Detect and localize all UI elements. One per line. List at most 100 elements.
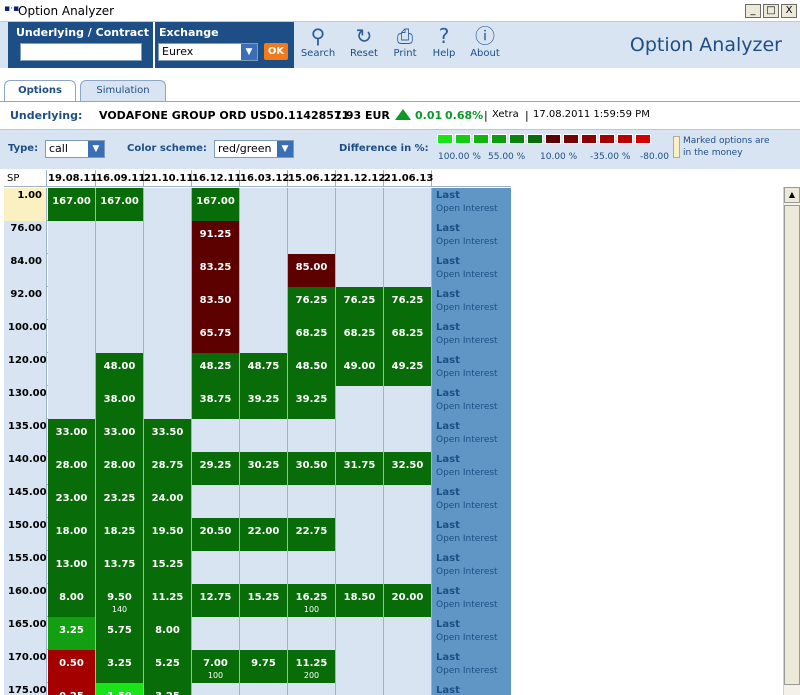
option-cell[interactable]: 13.75 <box>96 551 144 584</box>
option-cell[interactable]: 8.00 <box>48 584 96 617</box>
option-cell[interactable]: 0.50 <box>48 650 96 683</box>
option-cell[interactable]: 15.25 <box>240 584 288 617</box>
option-cell[interactable]: 3.25 <box>96 650 144 683</box>
scroll-up-icon[interactable]: ▲ <box>784 187 800 203</box>
option-cell[interactable]: 85.00 <box>288 254 336 287</box>
option-cell[interactable]: 48.25 <box>192 353 240 386</box>
close-button[interactable]: X <box>781 4 797 18</box>
option-cell[interactable]: 11.25 <box>144 584 192 617</box>
option-cell[interactable]: 68.25 <box>288 320 336 353</box>
option-cell[interactable]: 22.75 <box>288 518 336 551</box>
option-cell[interactable]: 38.00 <box>96 386 144 419</box>
option-cell[interactable]: 39.25 <box>240 386 288 419</box>
option-cell[interactable]: 20.00 <box>384 584 432 617</box>
option-cell[interactable]: 65.75 <box>192 320 240 353</box>
option-cell[interactable]: 48.00 <box>96 353 144 386</box>
option-cell[interactable]: 49.00 <box>336 353 384 386</box>
option-cell[interactable]: 49.25 <box>384 353 432 386</box>
expiry-header[interactable]: 21.10.11 <box>144 170 193 187</box>
search-button[interactable]: ⚲ Search <box>297 24 339 66</box>
tab-simulation[interactable]: Simulation <box>80 80 166 102</box>
option-cell[interactable]: 19.50 <box>144 518 192 551</box>
expiry-header[interactable]: 21.12.12 <box>336 170 385 187</box>
option-cell[interactable]: 167.00 <box>96 188 144 221</box>
option-cell[interactable]: 28.00 <box>96 452 144 485</box>
option-cell[interactable]: 23.00 <box>48 485 96 518</box>
tab-bar: Options Simulation <box>0 68 800 102</box>
tab-options[interactable]: Options <box>4 80 76 102</box>
option-cell[interactable]: 22.00 <box>240 518 288 551</box>
option-cell[interactable]: 8.00 <box>144 617 192 650</box>
option-cell[interactable]: 38.75 <box>192 386 240 419</box>
ok-button[interactable]: OK <box>264 43 288 60</box>
option-cell[interactable]: 9.50 140 <box>96 584 144 617</box>
option-cell[interactable]: 91.25 <box>192 221 240 254</box>
option-cell[interactable]: 48.75 <box>240 353 288 386</box>
option-cell[interactable]: 16.25 100 <box>288 584 336 617</box>
minimize-button[interactable]: _ <box>745 4 761 18</box>
option-cell[interactable]: 28.00 <box>48 452 96 485</box>
option-cell[interactable]: 167.00 <box>192 188 240 221</box>
expiry-header[interactable]: 16.03.12 <box>240 170 289 187</box>
reset-button[interactable]: ↻ Reset <box>343 24 385 66</box>
option-cell[interactable]: 12.75 <box>192 584 240 617</box>
option-cell[interactable]: 76.25 <box>288 287 336 320</box>
option-cell[interactable]: 18.00 <box>48 518 96 551</box>
option-cell[interactable]: 0.25 <box>48 683 96 695</box>
option-cell[interactable]: 33.00 <box>96 419 144 452</box>
option-cell[interactable]: 68.25 <box>336 320 384 353</box>
option-cell[interactable]: 5.75 <box>96 617 144 650</box>
option-cell[interactable]: 1.50 <box>96 683 144 695</box>
option-cell[interactable]: 18.50 <box>336 584 384 617</box>
option-cell[interactable]: 15.25 <box>144 551 192 584</box>
open-interest-label: Open Interest <box>436 270 498 280</box>
option-cell[interactable]: 39.25 <box>288 386 336 419</box>
option-cell[interactable]: 83.50 <box>192 287 240 320</box>
option-cell[interactable]: 29.25 <box>192 452 240 485</box>
vertical-scrollbar[interactable]: ▲ <box>783 187 800 695</box>
print-button[interactable]: ⎙ Print <box>384 24 426 66</box>
expiry-header[interactable]: 19.08.11 <box>48 170 97 187</box>
option-cell[interactable]: 3.25 <box>144 683 192 695</box>
expiry-header[interactable]: 16.09.11 <box>96 170 145 187</box>
option-cell[interactable]: 28.75 <box>144 452 192 485</box>
option-cell[interactable]: 3.25 <box>48 617 96 650</box>
filter-controls: Type: call ▼ Color scheme: red/green ▼ D… <box>0 129 800 169</box>
option-cell[interactable]: 18.25 <box>96 518 144 551</box>
option-cell[interactable]: 30.50 <box>288 452 336 485</box>
option-cell[interactable]: 11.25 200 <box>288 650 336 683</box>
option-cell[interactable]: 48.50 <box>288 353 336 386</box>
color-scheme-select[interactable]: red/green ▼ <box>214 140 294 158</box>
option-cell[interactable]: 24.00 <box>144 485 192 518</box>
last-label: Last <box>436 322 460 333</box>
scroll-thumb[interactable] <box>784 205 800 685</box>
exchange-select[interactable]: Eurex ▼ <box>158 43 258 61</box>
option-cell[interactable]: 13.00 <box>48 551 96 584</box>
about-button[interactable]: ⓘ About <box>464 24 506 66</box>
expiry-header[interactable]: 16.12.11 <box>192 170 241 187</box>
option-cell[interactable]: 30.25 <box>240 452 288 485</box>
underlying-input[interactable] <box>20 43 142 61</box>
sp-header: SP <box>4 170 47 187</box>
option-cell[interactable]: 76.25 <box>336 287 384 320</box>
maximize-button[interactable]: □ <box>763 4 779 18</box>
option-cell[interactable]: 20.50 <box>192 518 240 551</box>
option-cell[interactable]: 33.00 <box>48 419 96 452</box>
expiry-header[interactable]: 21.06.13 <box>384 170 433 187</box>
option-cell[interactable]: 9.75 <box>240 650 288 683</box>
option-cell[interactable]: 68.25 <box>384 320 432 353</box>
option-cell[interactable]: 32.50 <box>384 452 432 485</box>
help-button[interactable]: ? Help <box>423 24 465 66</box>
row-legend: Last Open Interest <box>432 386 511 419</box>
option-cell[interactable]: 5.25 <box>144 650 192 683</box>
option-cell[interactable]: 76.25 <box>384 287 432 320</box>
type-select[interactable]: call ▼ <box>45 140 105 158</box>
option-cell[interactable]: 83.25 <box>192 254 240 287</box>
expiry-header[interactable]: 15.06.12 <box>288 170 337 187</box>
option-cell[interactable]: 23.25 <box>96 485 144 518</box>
option-cell[interactable]: 33.50 <box>144 419 192 452</box>
option-cell[interactable]: 31.75 <box>336 452 384 485</box>
option-cell[interactable]: 167.00 <box>48 188 96 221</box>
underlying-name: VODAFONE GROUP ORD USD0.11428571 <box>99 109 350 122</box>
option-cell[interactable]: 7.00 100 <box>192 650 240 683</box>
